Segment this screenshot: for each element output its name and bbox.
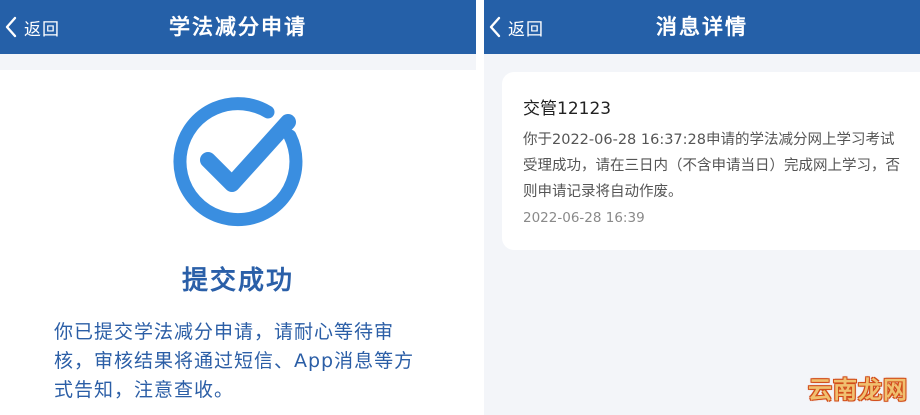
success-description: 你已提交学法减分申请，请耐心等待审核，审核结果将通过短信、App消息等方式告知，… xyxy=(54,321,415,401)
back-label: 返回 xyxy=(508,19,544,40)
message-body: 你于2022-06-28 16:37:28申请的学法减分网上学习考试受理成功，请… xyxy=(523,132,900,200)
message-sender: 交管12123 xyxy=(523,99,612,119)
navbar: 返回 消息详情 xyxy=(484,0,920,54)
watermark-logo: 云南龙网 xyxy=(808,376,908,404)
chevron-left-icon xyxy=(489,16,501,38)
chevron-left-icon xyxy=(5,16,17,38)
back-button[interactable]: 返回 xyxy=(4,0,60,54)
success-title: 提交成功 xyxy=(181,266,294,296)
submission-screen: 返回 学法减分申请 提交成功 你已提交学法减分申请，请耐心等待审核，审核结果将通… xyxy=(0,0,476,415)
page-title: 消息详情 xyxy=(656,15,748,39)
back-button[interactable]: 返回 xyxy=(488,0,544,54)
message-detail-screen: 返回 消息详情 交管12123 你于2022-06-28 16:37:28申请的… xyxy=(484,0,920,415)
checkmark-circle-icon xyxy=(173,97,303,227)
page-title: 学法减分申请 xyxy=(169,15,307,39)
message-card: 交管12123 你于2022-06-28 16:37:28申请的学法减分网上学习… xyxy=(502,72,920,250)
success-card: 提交成功 你已提交学法减分申请，请耐心等待审核，审核结果将通过短信、App消息等… xyxy=(0,70,476,415)
back-label: 返回 xyxy=(24,19,60,40)
navbar: 返回 学法减分申请 xyxy=(0,0,476,54)
message-timestamp: 2022-06-28 16:39 xyxy=(523,210,645,226)
